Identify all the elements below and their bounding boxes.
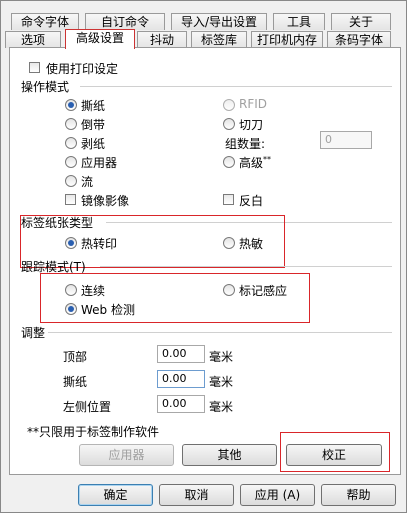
advanced-radio[interactable]: [223, 156, 235, 168]
operation-mode-title: 操作模式: [21, 80, 70, 94]
apply-button[interactable]: 应用 (A): [240, 484, 315, 506]
operation-mode-divider: [80, 86, 392, 87]
adjust-top-label: 顶部: [63, 350, 88, 364]
adjust-title: 调整: [21, 326, 46, 340]
printer-properties-dialog: 命令字体 自订命令 导入/导出设置 工具 关于 选项 高级设置 抖动 标签库 打…: [0, 0, 407, 513]
footnote-text: **只限用于标签制作软件: [27, 425, 160, 439]
peel-radio[interactable]: [65, 137, 77, 149]
rfid-label: RFID: [239, 97, 268, 111]
adjust-divider: [48, 332, 392, 333]
other-button[interactable]: 其他: [182, 444, 277, 466]
continuous-label: 连续: [81, 284, 106, 298]
reverse-label: 反白: [239, 194, 264, 208]
calibrate-button[interactable]: 校正: [286, 444, 382, 466]
stream-radio[interactable]: [65, 175, 77, 187]
reverse-checkbox[interactable]: [223, 194, 234, 205]
tab-import-export[interactable]: 导入/导出设置: [171, 13, 267, 30]
applicator-button[interactable]: 应用器: [79, 444, 174, 466]
tab-label-library[interactable]: 标签库: [191, 31, 247, 48]
mark-sensing-radio[interactable]: [223, 284, 235, 296]
mirror-label: 镜像影像: [81, 194, 130, 208]
web-sensing-label: Web 检测: [81, 303, 135, 317]
adjust-top-unit: 毫米: [209, 350, 234, 364]
use-print-settings-label: 使用打印设定: [46, 62, 119, 76]
tab-dithering[interactable]: 抖动: [137, 31, 187, 48]
tab-barcode-fonts[interactable]: 条码字体: [327, 31, 391, 48]
tab-command-fonts[interactable]: 命令字体: [11, 13, 79, 30]
adjust-tear-label: 撕纸: [63, 375, 88, 389]
direct-thermal-label: 热敏: [239, 237, 264, 251]
tear-label: 撕纸: [81, 99, 106, 113]
cutter-label: 切刀: [239, 118, 264, 132]
adjust-top-input[interactable]: 0.00: [157, 345, 205, 363]
applicator-radio[interactable]: [65, 156, 77, 168]
continuous-radio[interactable]: [65, 284, 77, 296]
peel-label: 剥纸: [81, 137, 106, 151]
applicator-label: 应用器: [81, 156, 118, 170]
adjust-tear-unit: 毫米: [209, 375, 234, 389]
adjust-left-input[interactable]: 0.00: [157, 395, 205, 413]
rfid-radio[interactable]: [223, 99, 235, 111]
rewind-label: 倒带: [81, 118, 106, 132]
thermal-transfer-label: 热转印: [81, 237, 118, 251]
cutter-radio[interactable]: [223, 118, 235, 130]
adjust-left-unit: 毫米: [209, 400, 234, 414]
adjust-left-label: 左侧位置: [63, 400, 112, 414]
advanced-label: 高级**: [239, 155, 272, 170]
tab-advanced-setup[interactable]: 高级设置: [65, 29, 135, 49]
help-button[interactable]: 帮助: [321, 484, 396, 506]
thermal-transfer-radio[interactable]: [65, 237, 77, 249]
use-print-settings-checkbox[interactable]: [29, 62, 40, 73]
adjust-tear-input[interactable]: 0.00: [157, 370, 205, 388]
tracking-mode-divider: [100, 266, 392, 267]
group-count-label: 组数量:: [225, 137, 266, 151]
tab-about[interactable]: 关于: [331, 13, 391, 30]
direct-thermal-radio[interactable]: [223, 237, 235, 249]
stream-label: 流: [81, 175, 94, 189]
tab-options[interactable]: 选项: [5, 31, 61, 48]
tab-printer-memory[interactable]: 打印机内存: [251, 31, 323, 48]
mirror-checkbox[interactable]: [65, 194, 76, 205]
rewind-radio[interactable]: [65, 118, 77, 130]
advanced-setup-panel: 使用打印设定 操作模式 撕纸 RFID 倒带 切刀 剥纸 组数量: 0 应用器 …: [9, 47, 401, 475]
tear-radio[interactable]: [65, 99, 77, 111]
tab-tools[interactable]: 工具: [273, 13, 325, 30]
group-count-input[interactable]: 0: [320, 131, 372, 149]
mark-sensing-label: 标记感应: [239, 284, 288, 298]
web-sensing-radio[interactable]: [65, 303, 77, 315]
ok-button[interactable]: 确定: [78, 484, 153, 506]
tab-custom-commands[interactable]: 自订命令: [85, 13, 165, 30]
cancel-button[interactable]: 取消: [159, 484, 234, 506]
